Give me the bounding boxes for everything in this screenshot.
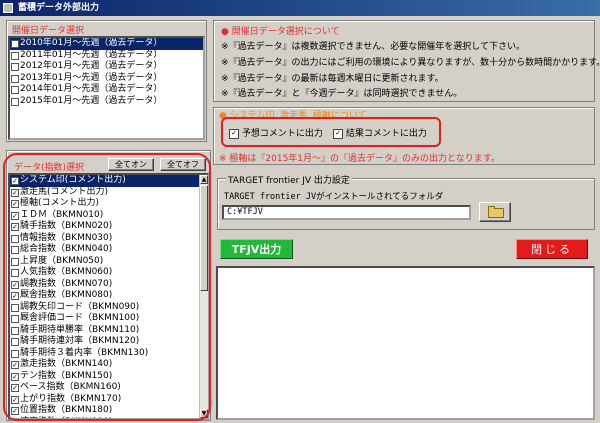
date-item-checkbox[interactable] bbox=[11, 74, 19, 83]
date-item-label: 2012年01月～先週（過去データ） bbox=[20, 61, 163, 71]
date-list-item[interactable]: 2010年01月～先週（過去データ） bbox=[10, 38, 203, 50]
result-comment-option[interactable]: ✓ 結果コメントに出力 bbox=[333, 126, 427, 139]
browse-folder-button[interactable] bbox=[479, 202, 511, 222]
date-item-checkbox[interactable] bbox=[11, 97, 19, 106]
folder-tab bbox=[488, 206, 495, 209]
result-comment-checkbox[interactable]: ✓ bbox=[333, 128, 343, 139]
install-description: TARGET frontier JVがインストールされてるフォルダ bbox=[224, 192, 444, 202]
result-comment-label: 結果コメントに出力 bbox=[345, 129, 427, 139]
date-item-checkbox[interactable] bbox=[11, 40, 19, 48]
about-line-3: ※『過去データ』の最新は毎週木曜日に更新されます。 bbox=[221, 74, 444, 84]
date-item-checkbox[interactable] bbox=[11, 51, 19, 60]
date-list-item[interactable]: 2014年01月～先週（過去データ） bbox=[10, 84, 203, 96]
date-item-label: 2015年01月～先週（過去データ） bbox=[20, 95, 163, 106]
predict-comment-label: 予想コメントに出力 bbox=[241, 129, 323, 139]
about-line-4: ※『過去データ』と『今週データ』は同時選択できません。 bbox=[221, 89, 463, 99]
predict-comment-checkbox[interactable]: ✓ bbox=[229, 128, 239, 139]
close-button[interactable]: 閉じる bbox=[516, 239, 588, 259]
date-item-label: 2013年01月～先週（過去データ） bbox=[20, 72, 163, 83]
date-list[interactable]: 2010年01月～先週（過去データ） 2011年01月～先週（過去データ） 2012… bbox=[8, 36, 205, 140]
date-item-label: 2014年01月～先週（過去データ） bbox=[20, 84, 163, 94]
date-list-item[interactable]: 2012年01月～先週（過去データ） bbox=[10, 61, 203, 73]
about-group-title: ● 開催日データ選択について bbox=[221, 27, 340, 37]
tfjv-output-button[interactable]: TFJV出力 bbox=[220, 239, 293, 259]
date-item-checkbox[interactable] bbox=[11, 86, 19, 94]
install-path-field[interactable]: C:¥TFJV bbox=[222, 205, 471, 220]
about-line-2: ※『過去データ』の出力にはご利用の環境により異なりますが、数十分から数時間かかり… bbox=[221, 58, 600, 68]
date-group-title: 開催日データ選択 bbox=[12, 26, 85, 36]
date-item-checkbox[interactable] bbox=[11, 63, 19, 71]
date-list-item[interactable]: 2011年01月～先週（過去データ） bbox=[10, 50, 203, 62]
app-icon bbox=[3, 3, 13, 13]
install-group-title: TARGET frontier JV 出力設定 bbox=[226, 173, 352, 186]
folder-icon bbox=[488, 208, 504, 218]
predict-comment-option[interactable]: ✓ 予想コメントに出力 bbox=[229, 126, 323, 139]
date-item-label: 2011年01月～先週（過去データ） bbox=[20, 49, 163, 60]
date-item-label: 2010年01月～先週（過去データ） bbox=[20, 38, 163, 48]
about-line-1: ※『過去データ』は複数選択できません、必要な開催年を選択して下さい。 bbox=[221, 42, 526, 52]
data-list-highlight-oval bbox=[3, 153, 211, 421]
output-log-area bbox=[216, 266, 595, 420]
date-list-item[interactable]: 2013年01月～先週（過去データ） bbox=[10, 73, 203, 85]
system-note: ※ 極軸は『2015年1月～』の『過去データ』のみの出力となります。 bbox=[219, 154, 500, 164]
window-title: 蓄積データ外部出力 bbox=[18, 3, 100, 13]
title-bar: 蓄積データ外部出力 bbox=[0, 0, 600, 16]
date-list-item[interactable]: 2015年01月～先週（過去データ） bbox=[10, 96, 203, 108]
